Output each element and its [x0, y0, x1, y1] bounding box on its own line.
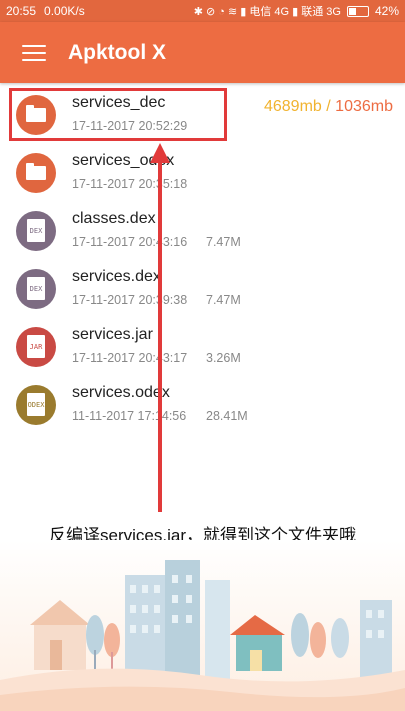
annotation-arrow-head	[150, 143, 170, 163]
file-name: services.dex	[72, 268, 161, 285]
file-date: 17-11-2017 20:35:18	[72, 177, 188, 191]
city-illustration	[0, 540, 405, 711]
dex-file-icon: DEX	[16, 269, 56, 309]
app-title: Apktool X	[68, 40, 166, 64]
file-row-3[interactable]: DEX services.dex 17-11-2017 20:39:38 7.4…	[0, 260, 405, 318]
file-row-5[interactable]: ODEX services.odex 11-11-2017 17:14:56 2…	[0, 376, 405, 434]
file-badge: JAR	[29, 343, 43, 351]
file-size: 28.41M	[206, 409, 248, 423]
battery-percent: 42%	[374, 4, 399, 18]
file-size: 7.47M	[206, 293, 241, 307]
odex-file-icon: ODEX	[16, 385, 56, 425]
file-row-4[interactable]: JAR services.jar 17-11-2017 20:43:17 3.2…	[0, 318, 405, 376]
file-name: services.odex	[72, 384, 170, 401]
file-date: 17-11-2017 20:39:38	[72, 293, 188, 307]
battery-icon	[346, 5, 369, 17]
clock: 20:55	[6, 4, 37, 18]
file-size: 7.47M	[206, 235, 241, 249]
file-size: 3.26M	[206, 351, 241, 365]
dex-file-icon: DEX	[16, 211, 56, 251]
file-name: services.jar	[72, 326, 153, 343]
file-date: 17-11-2017 20:43:16	[72, 235, 188, 249]
highlight-box	[9, 88, 227, 141]
file-row-2[interactable]: DEX classes.dex 17-11-2017 20:43:16 7.47…	[0, 202, 405, 260]
file-badge: DEX	[29, 227, 43, 235]
file-badge: ODEX	[27, 401, 45, 409]
file-name: classes.dex	[72, 210, 156, 227]
menu-icon[interactable]	[22, 44, 46, 62]
status-icons: ✱ ⊘ ◔ ≋ ▮ 电信 4G ▮ 联通 3G	[193, 6, 341, 18]
status-bar: 20:55 0.00K/s ✱ ⊘ ◔ ≋ ▮ 电信 4G ▮ 联通 3G 42…	[0, 0, 405, 22]
file-date: 17-11-2017 20:43:17	[72, 351, 188, 365]
jar-file-icon: JAR	[16, 327, 56, 367]
file-row-1[interactable]: services_odex 17-11-2017 20:35:18	[0, 144, 405, 202]
network-speed: 0.00K/s	[44, 4, 85, 18]
file-badge: DEX	[29, 285, 43, 293]
file-date: 11-11-2017 17:14:56	[72, 409, 187, 423]
folder-icon	[16, 153, 56, 193]
app-bar: Apktool X	[0, 22, 405, 83]
annotation-arrow	[158, 160, 162, 512]
